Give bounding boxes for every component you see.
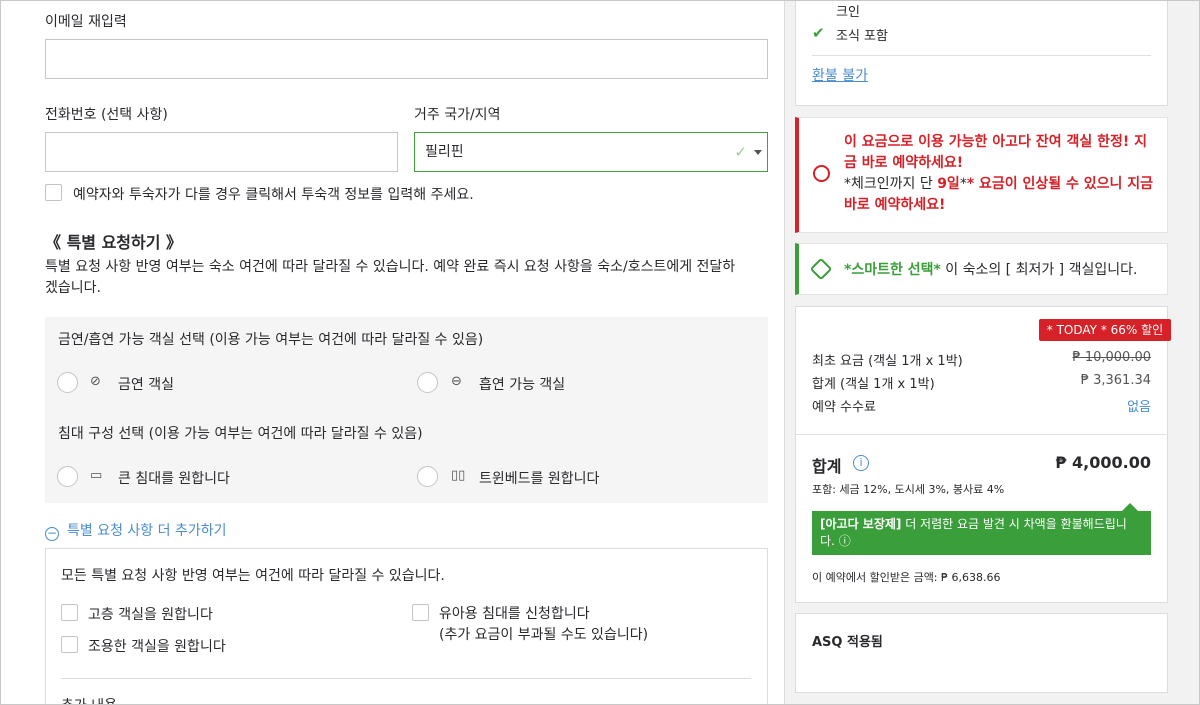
- booking-fee-value: 없음: [1127, 400, 1151, 415]
- double-bed-icon: ▭: [90, 468, 103, 483]
- country-label: 거주 국가/지역: [414, 107, 501, 123]
- special-requests-heading: 《 특별 요청하기 》: [45, 233, 183, 252]
- twin-bed-icon: ▯▯: [451, 468, 466, 483]
- guarantee-bold: [아고다 보장제]: [820, 517, 902, 531]
- high-floor-label: 고층 객실을 원합니다: [88, 607, 213, 623]
- alert-suffix: * 요금이 인상될 수 있으니 지금: [966, 176, 1154, 192]
- twin-bed-label: 트윈베드를 원합니다: [479, 471, 600, 487]
- email-confirm-input[interactable]: [45, 39, 768, 79]
- twin-bed-radio[interactable]: [417, 466, 438, 487]
- crib-label: 유아용 침대를 신청합니다 (추가 요금이 부과될 수도 있습니다): [439, 604, 648, 646]
- total-value: ₱ 4,000.00: [1055, 453, 1151, 472]
- crib-label-note: (추가 요금이 부과될 수도 있습니다): [439, 627, 649, 643]
- savings-text: 이 예약에서 할인받은 금액: ₱ 6,638.66: [812, 571, 1001, 584]
- smoking-radio[interactable]: [417, 372, 438, 393]
- guarantee-line: 다. ⓘ: [820, 533, 1143, 550]
- info-icon[interactable]: i: [853, 455, 869, 471]
- description-line: 특별 요청 사항 반영 여부는 숙소 여건에 따라 달라질 수 있습니다. 예약…: [45, 259, 736, 275]
- country-value: 필리핀: [425, 144, 464, 160]
- alert-line: 바로 예약하세요!: [844, 197, 946, 213]
- divider: [61, 678, 751, 679]
- smart-choice-text: *스마트한 선택* 이 숙소의 [ 최저가 ] 객실입니다.: [844, 259, 1137, 279]
- special-requests-description: 특별 요청 사항 반영 여부는 숙소 여건에 따라 달라질 수 있습니다. 예약…: [45, 257, 775, 299]
- smoking-section-title: 금연/흡연 가능 객실 선택 (이용 가능 여부는 여건에 따라 달라질 수 있…: [58, 332, 484, 348]
- minus-circle-icon: −: [45, 526, 59, 541]
- add-more-label: 특별 요청 사항 더 추가하기: [67, 523, 227, 539]
- guarantee-line2: 다.: [820, 534, 835, 548]
- phone-label: 전화번호 (선택 사항): [45, 107, 168, 123]
- alert-line: 금 바로 예약하세요!: [844, 155, 964, 171]
- asq-label: ASQ 적용됨: [812, 635, 883, 650]
- tag-icon: [809, 257, 833, 281]
- price-guarantee-banner: [아고다 보장제] 더 저렴한 요금 발견 시 차액을 환불해드립니 다. ⓘ: [812, 511, 1151, 555]
- alert-prefix: *체크인까지 단: [844, 176, 938, 192]
- phone-input[interactable]: [45, 132, 398, 172]
- smoking-label: 흡연 가능 객실: [479, 377, 566, 393]
- guest-info-checkbox-label: 예약자와 투숙자가 다를 경우 클릭해서 투숙객 정보를 입력해 주세요.: [73, 187, 474, 203]
- feature-item: 조식 포함: [836, 29, 888, 44]
- smart-choice-bold: *스마트한 선택*: [844, 262, 941, 278]
- info-icon[interactable]: ⓘ: [839, 534, 851, 548]
- checkmark-icon: ✓: [734, 143, 747, 161]
- alert-line: 이 요금으로 이용 가능한 아고다 잔여 객실 한정! 지: [844, 134, 1147, 150]
- total-label: 합계: [812, 457, 842, 476]
- large-bed-label: 큰 침대를 원합니다: [118, 471, 230, 487]
- refund-policy-link[interactable]: 환불 불가: [812, 65, 868, 85]
- feature-item: 크인: [836, 5, 860, 20]
- taxes-included: 포함: 세금 12%, 도시세 3%, 봉사료 4%: [812, 483, 1005, 496]
- clock-alert-icon: [813, 165, 830, 182]
- quiet-room-label: 조용한 객실을 원합니다: [88, 639, 226, 655]
- original-price-label: 최초 요금 (객실 1개 x 1박): [812, 354, 963, 369]
- asq-card: [795, 613, 1168, 693]
- country-select[interactable]: 필리핀 ✓: [414, 132, 768, 172]
- crib-checkbox[interactable]: [412, 604, 429, 621]
- smart-choice-rest: 이 숙소의 [ 최저가 ] 객실입니다.: [940, 262, 1138, 278]
- guarantee-rest: 더 저렴한 요금 발견 시 차액을 환불해드립니: [901, 517, 1127, 531]
- non-smoking-radio[interactable]: [57, 372, 78, 393]
- discount-badge: * TODAY * 66% 할인: [1039, 319, 1171, 341]
- original-price-value: ₱ 10,000.00: [1072, 350, 1151, 365]
- non-smoking-label: 금연 객실: [118, 377, 174, 393]
- booking-page: 이메일 재입력 전화번호 (선택 사항) 거주 국가/지역 필리핀 ✓ 예약자와…: [0, 0, 1200, 705]
- quiet-room-checkbox[interactable]: [61, 636, 78, 653]
- booking-form: 이메일 재입력 전화번호 (선택 사항) 거주 국가/지역 필리핀 ✓ 예약자와…: [1, 1, 785, 704]
- large-bed-radio[interactable]: [57, 466, 78, 487]
- no-smoking-icon: ⊘: [90, 374, 101, 389]
- divider: [812, 55, 1151, 56]
- guest-info-checkbox[interactable]: [45, 184, 62, 201]
- booking-fee-label: 예약 수수료: [812, 400, 876, 415]
- smart-choice-banner: *스마트한 선택* 이 숙소의 [ 최저가 ] 객실입니다.: [795, 243, 1168, 295]
- bed-section-title: 침대 구성 선택 (이용 가능 여부는 여건에 따라 달라질 수 있음): [58, 426, 423, 442]
- high-floor-checkbox[interactable]: [61, 604, 78, 621]
- guarantee-line: [아고다 보장제] 더 저렴한 요금 발견 시 차액을 환불해드립니: [820, 516, 1143, 533]
- guarantee-pointer: [1122, 503, 1138, 511]
- divider: [795, 434, 1168, 435]
- crib-label-line: 유아용 침대를 신청합니다: [439, 606, 590, 622]
- checkmark-icon: ✔: [812, 24, 825, 42]
- more-requests-note: 모든 특별 요청 사항 반영 여부는 여건에 따라 달라질 수 있습니다.: [61, 568, 445, 584]
- alert-days: 9일: [937, 176, 960, 192]
- subtotal-label: 합계 (객실 1개 x 1박): [812, 377, 935, 392]
- extra-notes-label: 추가 내용: [61, 695, 117, 704]
- chevron-down-icon: [754, 150, 762, 155]
- email-confirm-label: 이메일 재입력: [45, 14, 127, 30]
- description-line: 겠습니다.: [45, 280, 101, 296]
- subtotal-value: ₱ 3,361.34: [1080, 373, 1151, 388]
- add-more-requests-toggle[interactable]: − 특별 요청 사항 더 추가하기: [45, 520, 226, 541]
- urgency-alert: 이 요금으로 이용 가능한 아고다 잔여 객실 한정! 지 금 바로 예약하세요…: [795, 117, 1168, 233]
- smoking-icon: ⊖: [451, 374, 462, 389]
- urgency-alert-text: 이 요금으로 이용 가능한 아고다 잔여 객실 한정! 지 금 바로 예약하세요…: [844, 132, 1160, 216]
- alert-line: *체크인까지 단 9일** 요금이 인상될 수 있으니 지금: [844, 176, 1154, 192]
